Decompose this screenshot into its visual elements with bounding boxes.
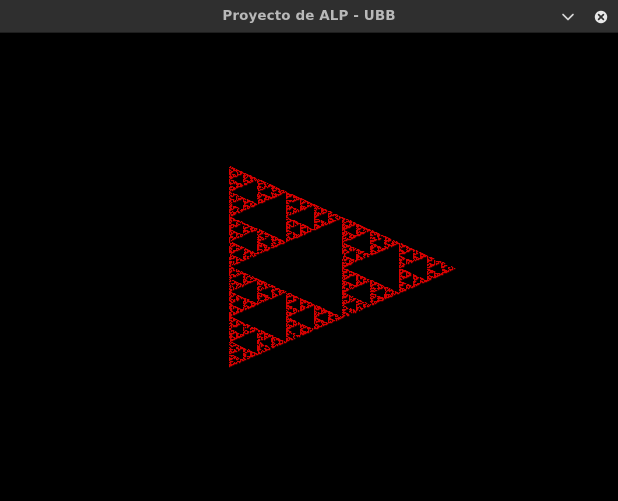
close-icon	[594, 10, 608, 24]
title-bar[interactable]: Proyecto de ALP - UBB	[0, 0, 618, 33]
sierpinski-fractal	[229, 166, 456, 368]
close-button[interactable]	[590, 6, 612, 28]
app-window: Proyecto de ALP - UBB	[0, 0, 618, 501]
minimize-button[interactable]	[557, 6, 579, 28]
window-title: Proyecto de ALP - UBB	[222, 8, 396, 24]
chevron-down-icon	[562, 13, 574, 21]
fractal-point-cloud	[229, 166, 456, 368]
fractal-points	[229, 166, 456, 368]
drawing-canvas[interactable]	[0, 33, 618, 501]
